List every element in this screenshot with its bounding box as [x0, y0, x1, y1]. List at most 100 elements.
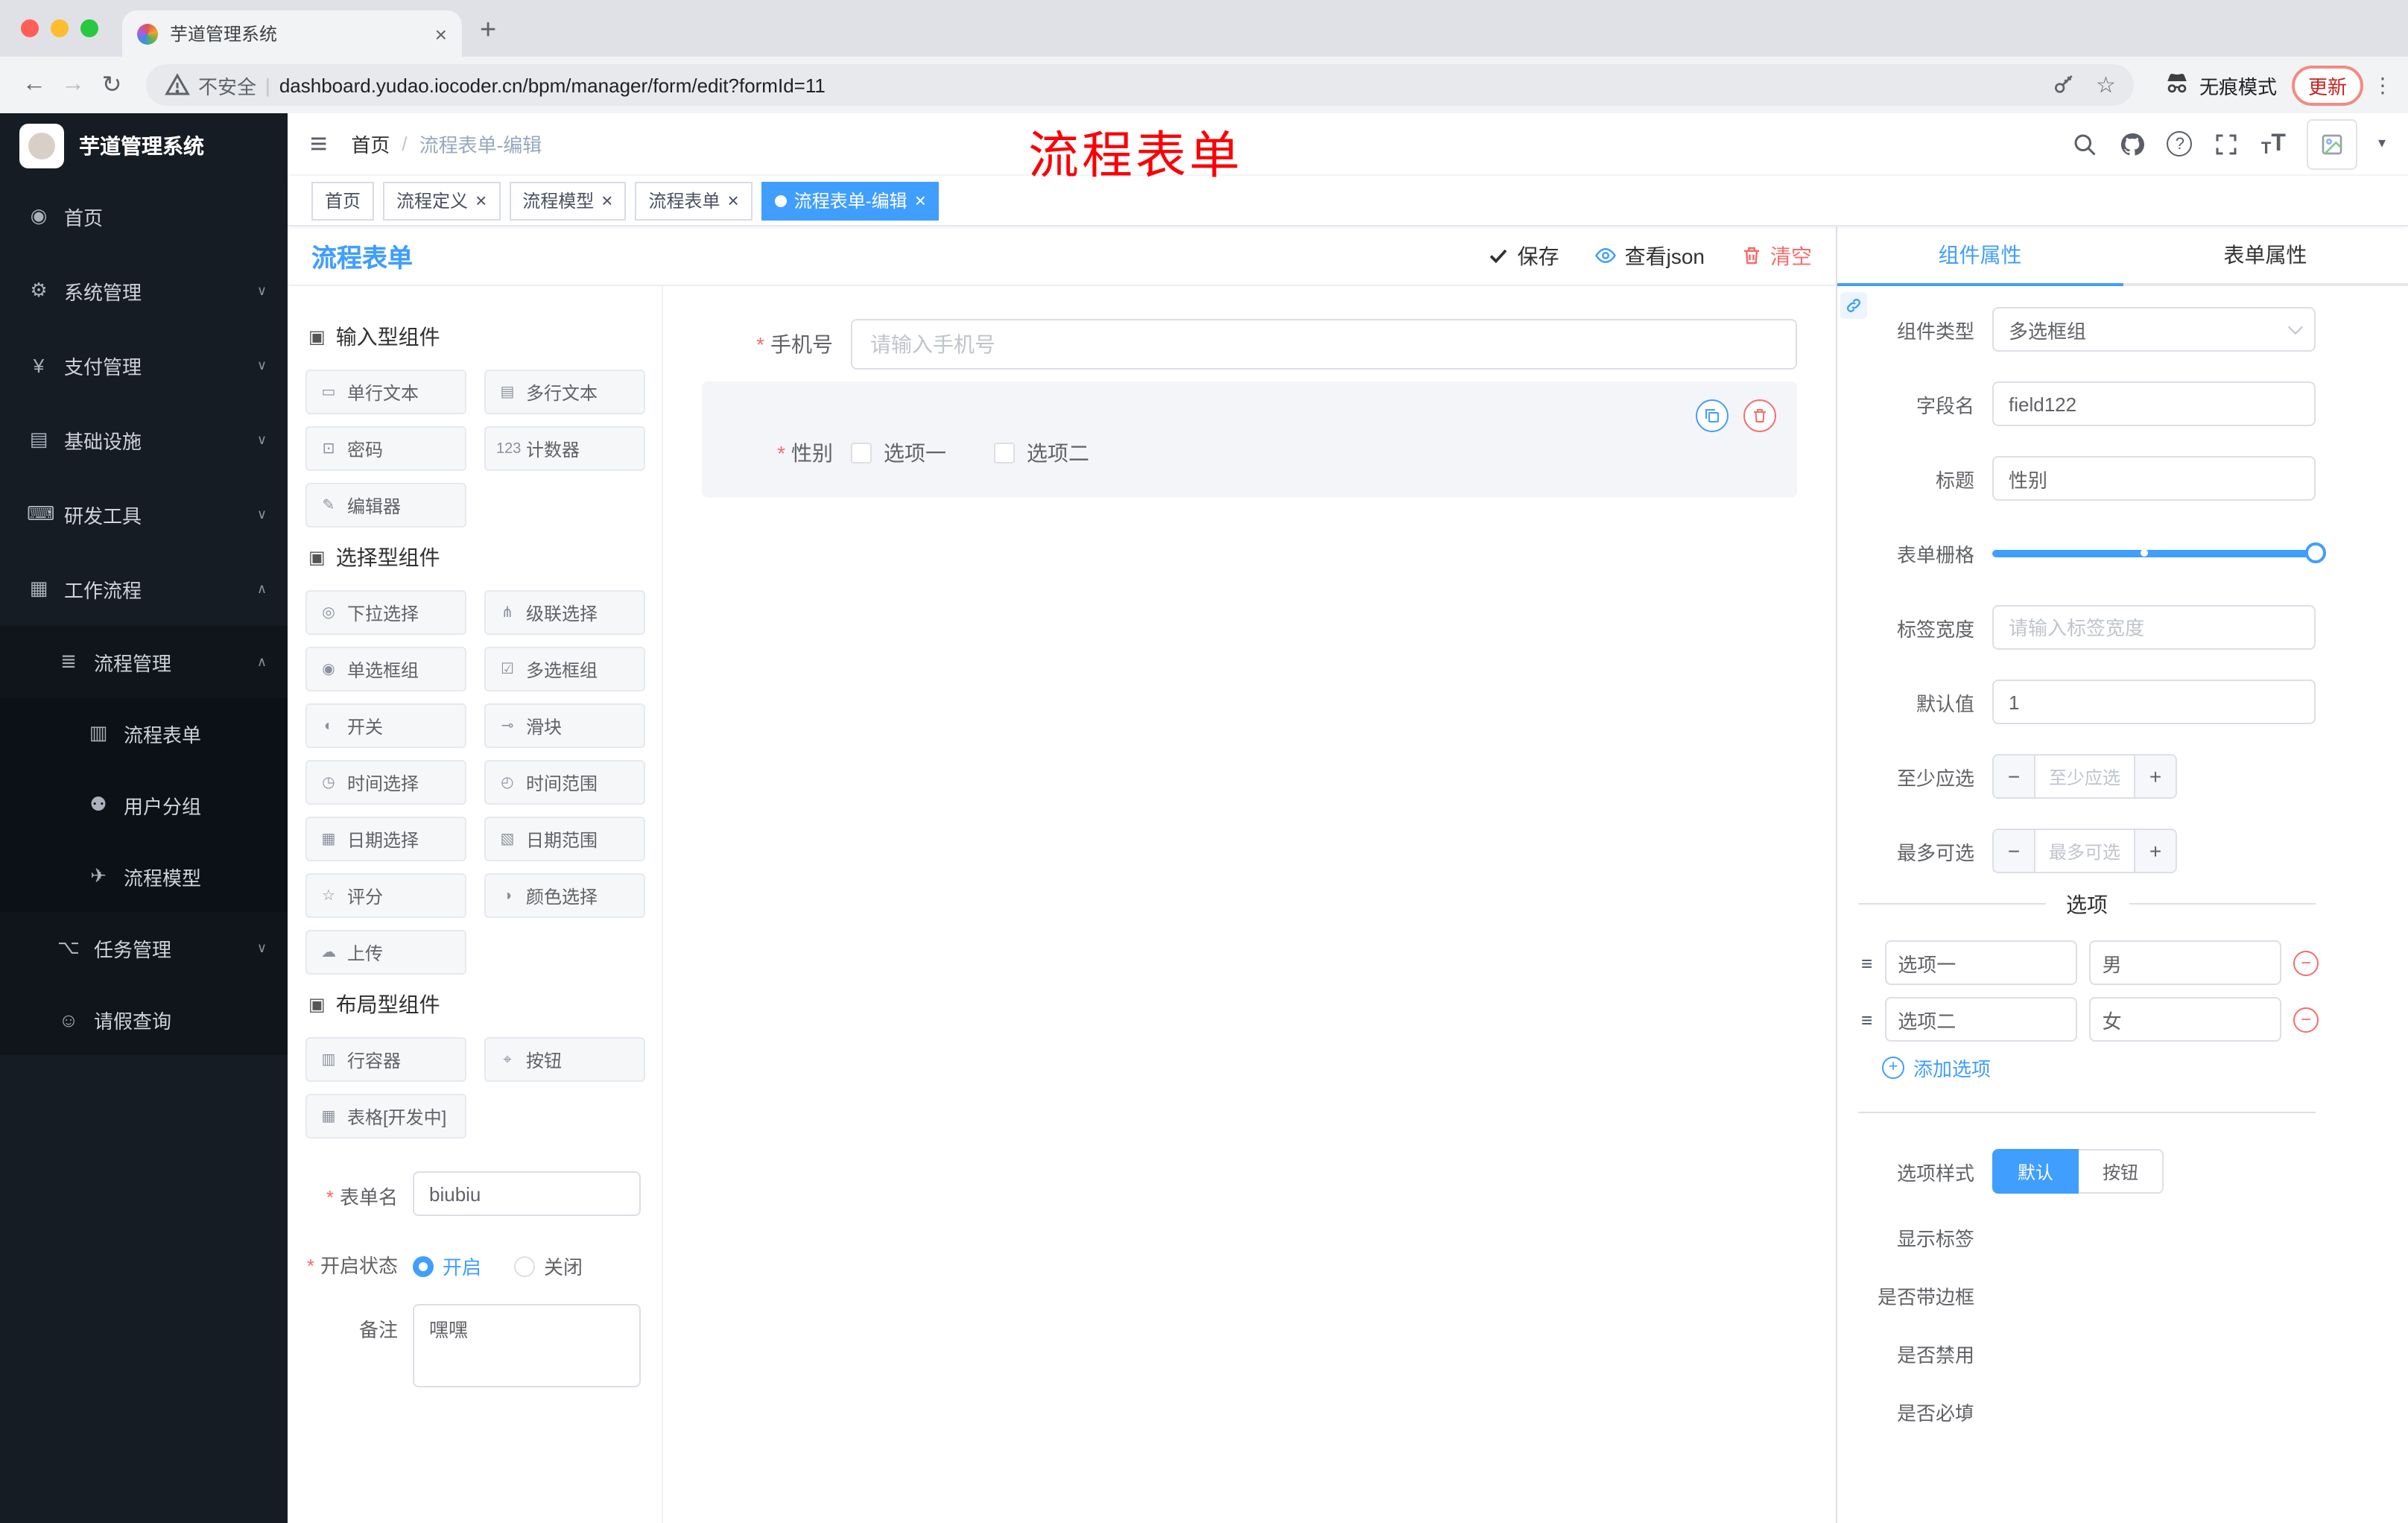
drag-handle-icon[interactable]: ≡	[1861, 952, 1872, 974]
component-single-line-text[interactable]: ▭ 单行文本	[305, 370, 466, 414]
plus-icon[interactable]: +	[2134, 756, 2176, 797]
plus-icon[interactable]: +	[2134, 830, 2176, 872]
component-time-range[interactable]: ◴ 时间范围	[484, 760, 645, 805]
help-icon[interactable]: ?	[2167, 131, 2193, 156]
password-key-icon[interactable]	[2051, 73, 2075, 97]
zoom-window-button[interactable]	[80, 19, 98, 37]
component-upload[interactable]: ☁ 上传	[305, 930, 466, 975]
sidebar-item-devtools[interactable]: ⌨ 研发工具 ∨	[0, 477, 288, 551]
component-type-select[interactable]	[1992, 307, 2316, 352]
fullscreen-icon[interactable]	[2214, 130, 2240, 157]
back-icon[interactable]: ←	[15, 72, 54, 98]
remove-option-icon[interactable]: −	[2293, 1007, 2319, 1032]
tab-form-properties[interactable]: 表单属性	[2123, 227, 2408, 283]
minus-icon[interactable]: −	[1994, 830, 2035, 872]
minus-icon[interactable]: −	[1994, 756, 2035, 797]
save-button[interactable]: 保存	[1488, 241, 1559, 270]
sidebar-item-task-management[interactable]: ⌥ 任务管理 ∨	[0, 912, 288, 984]
status-radio-on[interactable]: 开启	[413, 1252, 481, 1280]
breadcrumb-home[interactable]: 首页	[351, 130, 390, 158]
component-checkbox-group[interactable]: ☑ 多选框组	[484, 647, 645, 691]
search-icon[interactable]	[2072, 130, 2099, 157]
tab-component-properties[interactable]: 组件属性	[1837, 227, 2123, 286]
field-name-input[interactable]	[1992, 381, 2316, 426]
sidebar-item-system-management[interactable]: ⚙ 系统管理 ∨	[0, 253, 288, 328]
browser-menu-kebab-icon[interactable]: ⋮	[2372, 72, 2393, 98]
close-icon[interactable]: ×	[475, 191, 487, 210]
style-default-button[interactable]: 默认	[1992, 1149, 2079, 1194]
component-rate[interactable]: ☆ 评分	[305, 873, 466, 918]
sidebar-item-process-model[interactable]: ✈ 流程模型	[0, 840, 288, 912]
component-slider[interactable]: ⊸ 滑块	[484, 703, 645, 748]
component-row-container[interactable]: ▥ 行容器	[305, 1037, 466, 1082]
component-button[interactable]: ⌖ 按钮	[484, 1037, 645, 1082]
view-json-button[interactable]: 查看json	[1595, 241, 1705, 270]
tag-home[interactable]: 首页	[311, 181, 375, 220]
sidebar-item-home[interactable]: ◉ 首页	[0, 179, 288, 253]
tag-process-definition[interactable]: 流程定义 ×	[383, 181, 501, 220]
close-window-button[interactable]	[21, 19, 39, 37]
component-counter[interactable]: 123 计数器	[484, 426, 645, 471]
font-size-icon[interactable]: TT	[2261, 130, 2286, 157]
slider-handle[interactable]	[2305, 542, 2326, 563]
tab-close-icon[interactable]: ×	[435, 23, 447, 44]
component-switch[interactable]: ◐ 开关	[305, 703, 466, 748]
hamburger-icon[interactable]: ≡	[310, 129, 327, 159]
phone-field-input[interactable]	[851, 319, 1797, 370]
github-icon[interactable]	[2120, 130, 2146, 157]
option-1-value-input[interactable]	[2088, 940, 2281, 985]
canvas-field-phone[interactable]: 手机号	[702, 319, 1797, 370]
avatar[interactable]	[2306, 118, 2357, 169]
app-logo[interactable]: 芋道管理系统	[0, 113, 288, 179]
clear-button[interactable]: 清空	[1740, 241, 1812, 270]
copy-field-button[interactable]	[1696, 399, 1729, 432]
component-time-picker[interactable]: ◷ 时间选择	[305, 760, 466, 805]
close-icon[interactable]: ×	[601, 191, 612, 210]
component-date-picker[interactable]: ▦ 日期选择	[305, 817, 466, 861]
title-input[interactable]	[1992, 456, 2316, 501]
bookmark-star-icon[interactable]: ☆	[2096, 72, 2116, 98]
option-2-value-input[interactable]	[2088, 997, 2281, 1042]
sidebar-item-user-group[interactable]: ⚉ 用户分组	[0, 769, 288, 840]
gender-option-2-checkbox[interactable]: 选项二	[994, 438, 1089, 468]
minimize-window-button[interactable]	[51, 19, 69, 37]
form-name-input[interactable]	[413, 1171, 641, 1216]
form-remark-textarea[interactable]: 嘿嘿	[413, 1304, 641, 1387]
sidebar-item-workflow[interactable]: ▦ 工作流程 ∧	[0, 551, 288, 626]
sidebar-item-process-form[interactable]: ▥ 流程表单	[0, 697, 288, 769]
sidebar-item-process-management[interactable]: ≣ 流程管理 ∧	[0, 626, 288, 697]
avatar-caret-icon[interactable]: ▾	[2378, 136, 2386, 152]
close-icon[interactable]: ×	[915, 191, 926, 210]
add-option-button[interactable]: + 添加选项	[1837, 1054, 2408, 1082]
component-password[interactable]: ⊡ 密码	[305, 426, 466, 471]
form-grid-slider[interactable]	[1992, 531, 2326, 575]
component-select[interactable]: ◎ 下拉选择	[305, 590, 466, 635]
link-icon[interactable]	[1840, 292, 1867, 319]
component-multi-line-text[interactable]: ▤ 多行文本	[484, 370, 645, 414]
canvas-field-gender-selected[interactable]: 性别 选项一 选项二	[702, 381, 1797, 498]
label-width-input[interactable]	[1992, 605, 2316, 650]
update-browser-button[interactable]: 更新	[2291, 65, 2363, 105]
style-button-button[interactable]: 按钮	[2079, 1149, 2164, 1194]
tag-process-form-edit[interactable]: 流程表单-编辑 ×	[761, 181, 940, 220]
new-tab-button[interactable]: +	[480, 15, 496, 48]
component-date-range[interactable]: ▧ 日期范围	[484, 817, 645, 861]
tag-process-model[interactable]: 流程模型 ×	[509, 181, 627, 220]
drag-handle-icon[interactable]: ≡	[1861, 1008, 1872, 1030]
browser-tab[interactable]: 芋道管理系统 ×	[122, 10, 462, 57]
gender-option-1-checkbox[interactable]: 选项一	[851, 438, 946, 468]
component-editor[interactable]: ✎ 编辑器	[305, 483, 466, 528]
sidebar-item-infrastructure[interactable]: ▤ 基础设施 ∨	[0, 402, 288, 477]
option-2-label-input[interactable]	[1884, 997, 2077, 1042]
reload-icon[interactable]: ↻	[92, 70, 131, 100]
close-icon[interactable]: ×	[728, 191, 739, 210]
sidebar-item-payment-management[interactable]: ¥ 支付管理 ∨	[0, 328, 288, 402]
default-value-input[interactable]	[1992, 680, 2316, 724]
component-color-picker[interactable]: ◑ 颜色选择	[484, 873, 645, 918]
status-radio-off[interactable]: 关闭	[514, 1252, 583, 1280]
forward-icon[interactable]: →	[54, 72, 92, 98]
remove-option-icon[interactable]: −	[2293, 950, 2319, 975]
option-1-label-input[interactable]	[1884, 940, 2077, 985]
delete-field-button[interactable]	[1743, 399, 1776, 432]
component-table[interactable]: ▦ 表格[开发中]	[305, 1094, 466, 1139]
